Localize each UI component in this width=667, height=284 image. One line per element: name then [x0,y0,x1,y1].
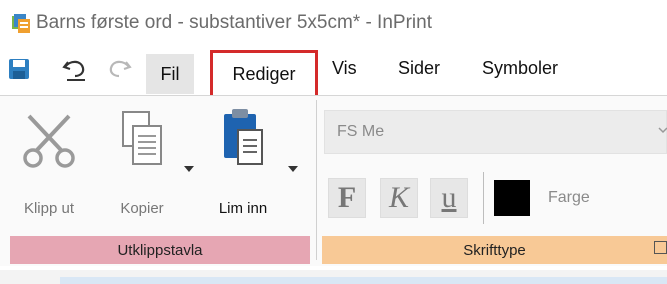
tab-vis[interactable]: Vis [332,58,357,79]
cut-button[interactable]: Klipp ut [16,104,82,230]
tab-fil[interactable]: Fil [146,54,194,94]
app-icon [12,14,30,33]
paste-dropdown-icon[interactable] [288,166,298,172]
undo-button[interactable] [60,54,90,84]
font-name-combobox[interactable]: FS Me [324,110,667,154]
font-color-label: Farge [548,189,590,206]
clipboard-group-label: Utklippstavla [10,236,310,264]
save-button[interactable] [4,54,34,84]
copy-dropdown-icon[interactable] [184,166,194,172]
paste-button[interactable]: Lim inn [200,104,286,230]
tab-sider[interactable]: Sider [398,58,440,79]
save-icon [9,59,29,79]
italic-button[interactable]: K [380,178,418,218]
redo-icon [109,60,132,78]
tab-rediger[interactable]: Rediger [210,50,318,98]
paste-label: Lim inn [218,200,268,217]
scissors-icon [23,114,75,168]
dialog-launcher-icon[interactable] [654,241,667,254]
group-divider [316,100,317,260]
font-color-swatch[interactable] [494,180,530,216]
copy-button[interactable]: Kopier [106,104,178,230]
font-group-label: Skrifttype [322,236,667,264]
paste-icon [224,109,263,165]
tab-symboler[interactable]: Symboler [482,58,558,79]
ribbon-tab-row: Fil Rediger Vis Sider Symboler [0,44,667,98]
redo-button[interactable] [104,54,134,84]
underline-button[interactable]: u [430,178,468,218]
copy-icon [122,111,162,165]
font-name-value: FS Me [337,123,385,140]
font-group-title: Skrifttype [463,241,526,259]
bold-button[interactable]: F [328,178,366,218]
format-separator [483,172,484,224]
chevron-down-icon[interactable] [658,125,667,135]
window-title: Barns første ord - substantiver 5x5cm* -… [36,12,432,33]
workspace-bar [60,277,667,284]
clipboard-group-title: Utklippstavla [117,241,203,259]
undo-icon [62,60,85,81]
copy-label: Kopier [120,200,164,217]
cut-label: Klipp ut [23,200,75,217]
title-bar: Barns første ord - substantiver 5x5cm* -… [0,0,667,44]
